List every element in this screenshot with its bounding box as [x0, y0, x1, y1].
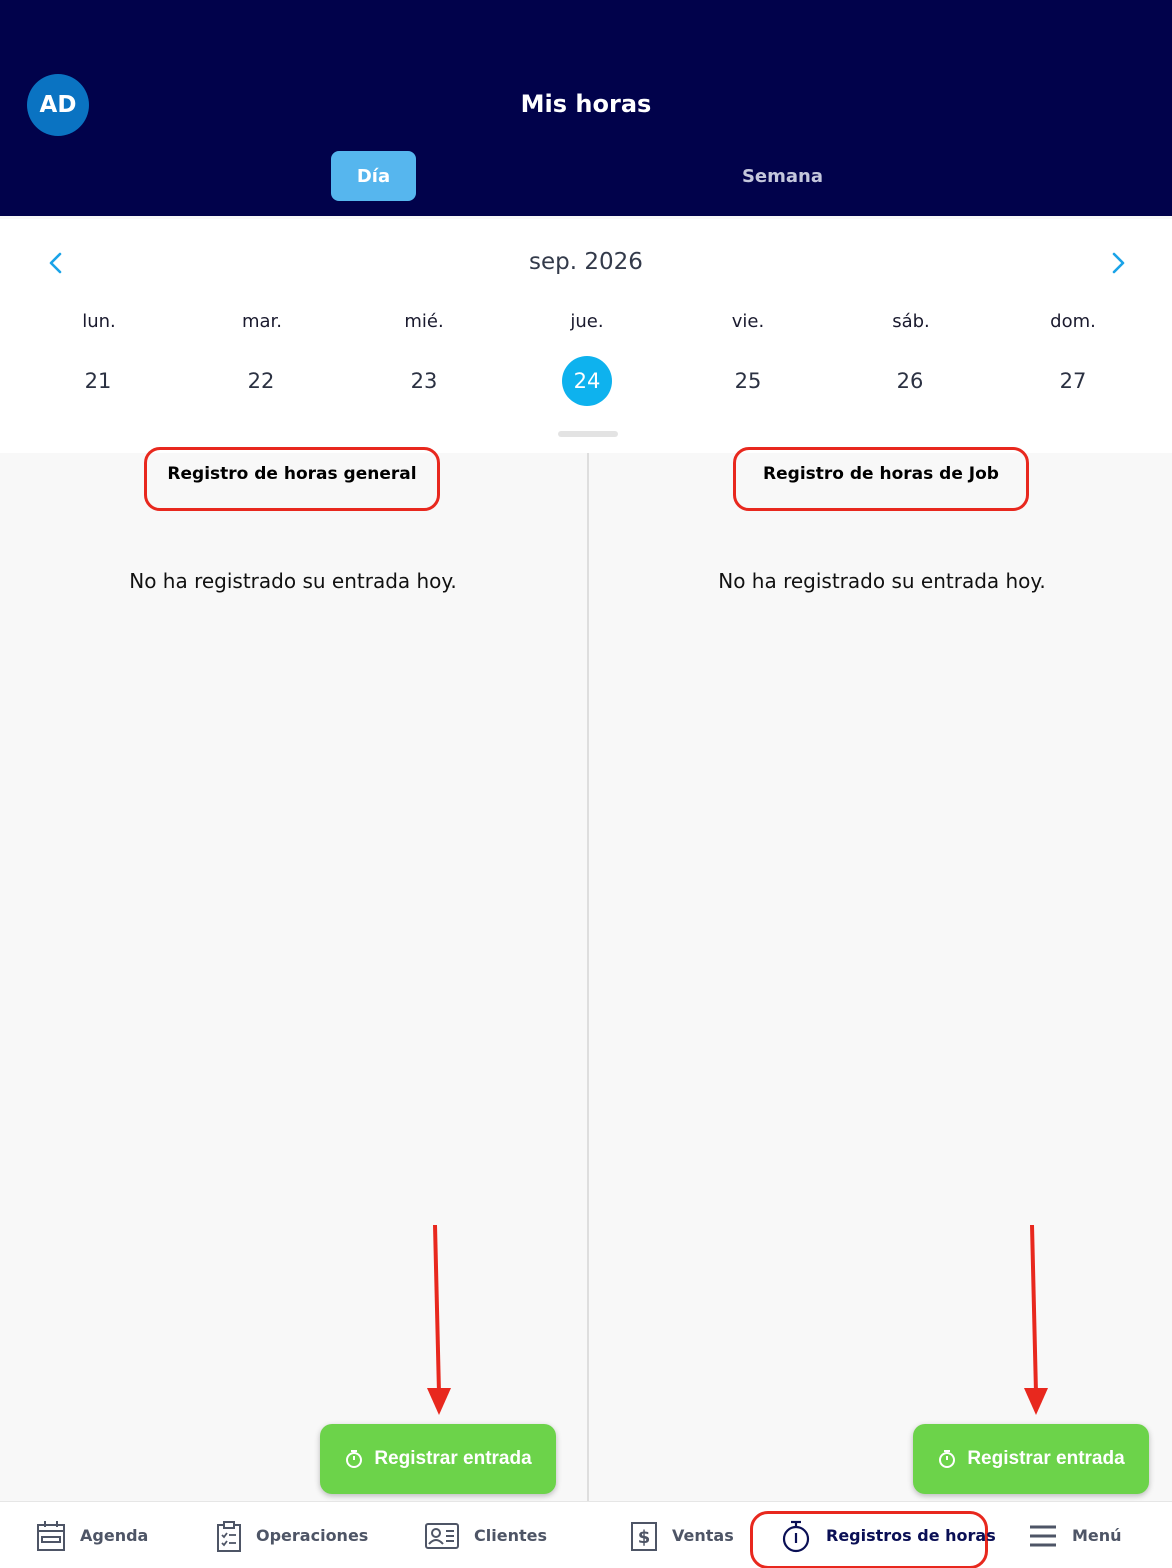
clipboard-icon — [217, 1520, 241, 1552]
time-panels: Registro de horas general No ha registra… — [0, 447, 1172, 1501]
tab-ventas[interactable]: $ Ventas — [630, 1502, 734, 1568]
weekday-label: mar. — [241, 311, 283, 332]
panel-general: Registro de horas general No ha registra… — [0, 447, 586, 1501]
clock-in-button[interactable]: Registrar entrada — [320, 1424, 556, 1494]
tab-clientes[interactable]: Clientes — [424, 1502, 547, 1568]
empty-message: No ha registrado su entrada hoy. — [129, 569, 457, 593]
svg-text:$: $ — [638, 1527, 651, 1548]
stopwatch-icon — [346, 1450, 363, 1468]
day-cell[interactable]: 25 — [723, 356, 773, 406]
clock-in-label: Registrar entrada — [374, 1448, 532, 1469]
bottom-tab-bar: Agenda Operaciones Clientes $ Ventas Reg… — [0, 1501, 1172, 1568]
hamburger-icon — [1030, 1525, 1056, 1546]
empty-message: No ha registrado su entrada hoy. — [718, 569, 1046, 593]
panel-title-highlight: Registro de horas de Job — [733, 447, 1029, 511]
tab-label: Operaciones — [256, 1526, 369, 1545]
weekday-label: lun. — [82, 311, 116, 332]
app-header: AD Mis horas Día Semana — [0, 0, 1172, 216]
panel-title-highlight: Registro de horas general — [144, 447, 440, 511]
calendar-icon — [37, 1520, 65, 1551]
chevron-right-icon[interactable] — [1106, 251, 1130, 275]
week-calendar: sep. 2026 lun. mar. mié. jue. vie. sáb. … — [0, 219, 1172, 453]
weekday-label: mié. — [404, 311, 444, 332]
clock-in-label: Registrar entrada — [967, 1448, 1125, 1469]
month-label: sep. 2026 — [529, 249, 643, 275]
stopwatch-icon — [782, 1520, 810, 1552]
arrow-down-icon — [427, 1224, 451, 1415]
tab-label: Registros de horas — [826, 1526, 996, 1545]
contact-card-icon — [425, 1522, 459, 1549]
day-cell[interactable]: 23 — [399, 356, 449, 406]
dollar-icon: $ — [631, 1521, 657, 1551]
tab-semana[interactable]: Semana — [720, 151, 845, 201]
day-cell[interactable]: 22 — [236, 356, 286, 406]
panel-title: Registro de horas general — [167, 464, 417, 484]
tab-label: Menú — [1072, 1526, 1122, 1545]
weekday-label: jue. — [570, 311, 604, 332]
day-cell[interactable]: 27 — [1048, 356, 1098, 406]
tab-label: Ventas — [672, 1526, 734, 1545]
panel-title: Registro de horas de Job — [763, 464, 999, 484]
weekday-label: sáb. — [892, 311, 930, 332]
weekday-label: vie. — [731, 311, 765, 332]
page-title: Mis horas — [520, 90, 652, 118]
day-cell[interactable]: 26 — [885, 356, 935, 406]
tab-operaciones[interactable]: Operaciones — [216, 1502, 368, 1568]
tab-dia[interactable]: Día — [331, 151, 416, 201]
arrow-down-icon — [1024, 1224, 1048, 1415]
clock-in-button[interactable]: Registrar entrada — [913, 1424, 1149, 1494]
stopwatch-icon — [939, 1450, 956, 1468]
panel-job: Registro de horas de Job No ha registrad… — [589, 447, 1172, 1501]
tab-menu[interactable]: Menú — [1028, 1502, 1122, 1568]
tab-label: Agenda — [80, 1526, 149, 1545]
tab-registros-de-horas[interactable]: Registros de horas — [780, 1502, 996, 1568]
day-cell[interactable]: 21 — [73, 356, 123, 406]
day-cell-selected[interactable]: 24 — [562, 356, 612, 406]
tab-agenda[interactable]: Agenda — [36, 1502, 148, 1568]
drag-handle[interactable] — [558, 431, 618, 437]
weekday-label: dom. — [1050, 311, 1096, 332]
tab-label: Clientes — [474, 1526, 547, 1545]
